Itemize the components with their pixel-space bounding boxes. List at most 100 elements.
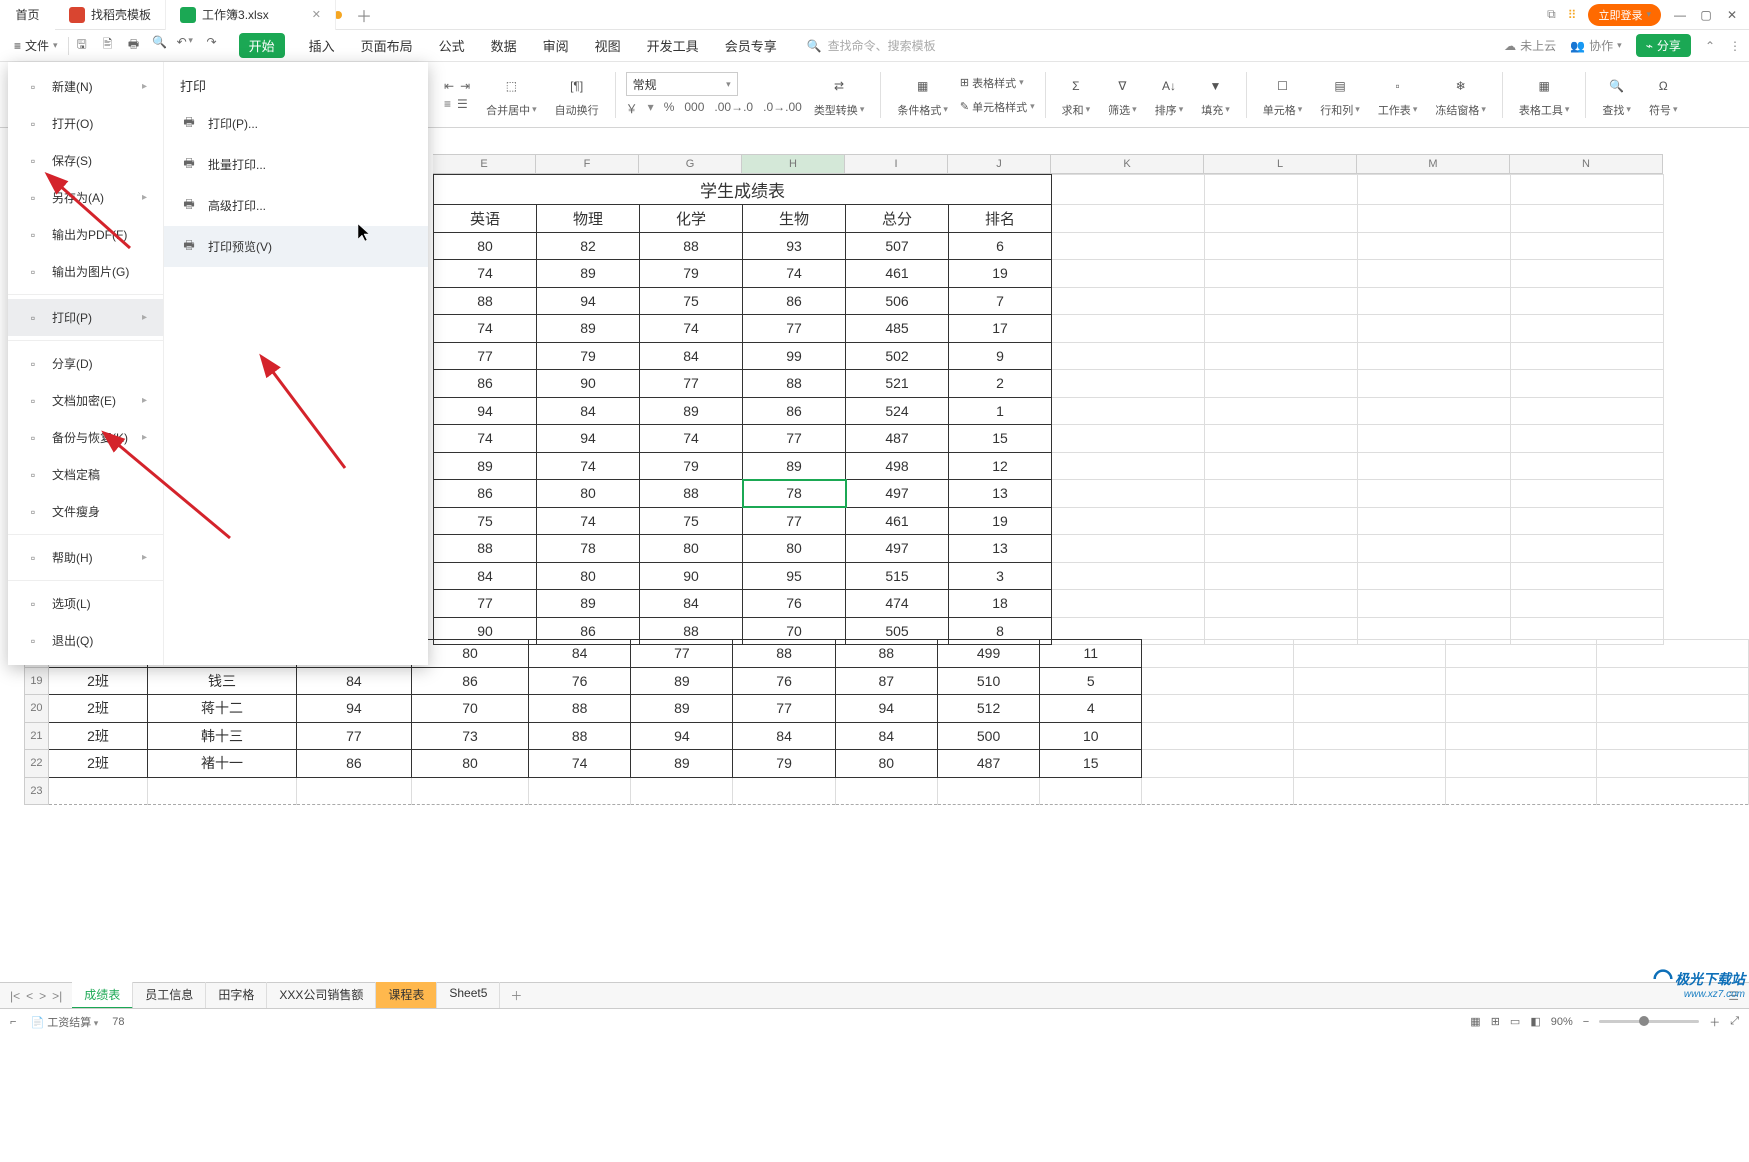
- table-tools[interactable]: ▦表格工具▾: [1513, 72, 1576, 118]
- home-tab[interactable]: 首页: [0, 0, 55, 30]
- worksheet[interactable]: ▫工作表▾: [1372, 72, 1424, 118]
- file-menu-item[interactable]: ▫保存(S): [8, 142, 163, 179]
- conditional-format[interactable]: ▦条件格式▾: [891, 72, 954, 118]
- login-button[interactable]: 立即登录▾: [1588, 4, 1661, 26]
- print-submenu-item[interactable]: 🖶批量打印...: [164, 144, 428, 185]
- save-icon[interactable]: 🖫: [73, 35, 91, 56]
- col-header[interactable]: M: [1357, 154, 1510, 174]
- file-menu-item[interactable]: ▫退出(Q): [8, 622, 163, 659]
- cell[interactable]: ☐单元格▾: [1257, 72, 1309, 118]
- share-button[interactable]: ⌁分享: [1636, 34, 1691, 57]
- print-icon[interactable]: 🖶: [125, 35, 143, 56]
- ribbon-tab-7[interactable]: 开发工具: [645, 32, 701, 59]
- cloud-status[interactable]: ☁未上云: [1504, 37, 1556, 54]
- file-menu-item[interactable]: ▫输出为图片(G): [8, 253, 163, 290]
- preview-icon[interactable]: 🔍: [151, 35, 169, 56]
- symbol[interactable]: Ω符号▾: [1643, 72, 1684, 118]
- ribbon-tab-1[interactable]: 插入: [307, 32, 337, 59]
- layout-icon[interactable]: ⧉: [1547, 7, 1556, 22]
- cell-style[interactable]: ✎单元格样式▾: [960, 99, 1035, 115]
- col-header[interactable]: L: [1204, 154, 1357, 174]
- zoom-out-icon[interactable]: −: [1583, 1016, 1589, 1028]
- close-window-icon[interactable]: ✕: [1725, 8, 1739, 22]
- close-icon[interactable]: ✕: [312, 8, 321, 21]
- view-layout-icon[interactable]: ⊞: [1491, 1015, 1500, 1028]
- redo-icon[interactable]: ↷: [203, 35, 221, 56]
- currency-btn[interactable]: ￥: [626, 100, 638, 117]
- zoom-in-icon[interactable]: ＋: [1709, 1014, 1720, 1030]
- file-menu-item[interactable]: ▫输出为PDF(F): [8, 216, 163, 253]
- sheet-tab[interactable]: 田字格: [206, 982, 267, 1009]
- zoom-slider[interactable]: [1599, 1020, 1699, 1023]
- file-menu-button[interactable]: ≡ 文件 ▾: [8, 33, 64, 58]
- print-submenu-item[interactable]: 🖶打印(P)...: [164, 103, 428, 144]
- file-menu-item[interactable]: ▫备份与恢复(K)▸: [8, 419, 163, 456]
- comma-btn[interactable]: 000: [684, 100, 704, 117]
- add-sheet-icon[interactable]: ＋: [500, 987, 532, 1004]
- ribbon-tab-5[interactable]: 审阅: [541, 32, 571, 59]
- grid[interactable]: 学生成绩表英语物理化学生物总分排名80828893507674897974461…: [433, 174, 1664, 645]
- command-search[interactable]: 🔍 查找命令、搜索模板: [807, 37, 936, 54]
- find[interactable]: 🔍查找▾: [1596, 72, 1637, 118]
- ribbon-tab-2[interactable]: 页面布局: [359, 32, 415, 59]
- file-menu-item[interactable]: ▫文档加密(E)▸: [8, 382, 163, 419]
- outdent-icon[interactable]: ⇤: [444, 79, 454, 93]
- sheet-tab[interactable]: Sheet5: [437, 982, 500, 1009]
- apps-icon[interactable]: ⠿: [1568, 8, 1577, 22]
- last-sheet-icon[interactable]: >|: [52, 989, 62, 1003]
- minimize-icon[interactable]: —: [1673, 8, 1687, 22]
- number-format-dropdown[interactable]: 常规▾: [626, 72, 738, 96]
- table-style[interactable]: ⊞表格样式▾: [960, 75, 1035, 91]
- collab-button[interactable]: 👥协作▾: [1570, 37, 1622, 54]
- print-submenu-item[interactable]: 🖶打印预览(V): [164, 226, 428, 267]
- maximize-icon[interactable]: ▢: [1699, 8, 1713, 22]
- col-header[interactable]: J: [948, 154, 1051, 174]
- col-header[interactable]: K: [1051, 154, 1204, 174]
- view-normal-icon[interactable]: ▦: [1470, 1015, 1480, 1028]
- align-left-icon[interactable]: ≡: [444, 97, 451, 111]
- col-header[interactable]: G: [639, 154, 742, 174]
- ribbon-tab-4[interactable]: 数据: [489, 32, 519, 59]
- file-menu-item[interactable]: ▫新建(N)▸: [8, 68, 163, 105]
- ribbon-tab-6[interactable]: 视图: [593, 32, 623, 59]
- col-header[interactable]: N: [1510, 154, 1663, 174]
- file-menu-item[interactable]: ▫文档定稿: [8, 456, 163, 493]
- view-page-icon[interactable]: ▭: [1510, 1015, 1520, 1028]
- sort[interactable]: A↓排序▾: [1149, 72, 1190, 118]
- col-header[interactable]: I: [845, 154, 948, 174]
- align-dist-icon[interactable]: ☰: [457, 97, 468, 111]
- new-tab-button[interactable]: ＋: [342, 0, 386, 30]
- increase-decimal-btn[interactable]: .0→.00: [763, 100, 802, 117]
- fill[interactable]: ▼填充▾: [1195, 72, 1236, 118]
- filter[interactable]: ∇筛选▾: [1102, 72, 1143, 118]
- view-read-icon[interactable]: ◧: [1530, 1015, 1540, 1028]
- file-menu-item[interactable]: ▫打印(P)▸: [8, 299, 163, 336]
- col-header[interactable]: E: [433, 154, 536, 174]
- ribbon-tab-0[interactable]: 开始: [239, 33, 285, 58]
- type-convert[interactable]: ⇄类型转换▾: [808, 72, 871, 118]
- sheet-tab[interactable]: XXX公司销售额: [267, 982, 376, 1009]
- first-sheet-icon[interactable]: |<: [10, 989, 20, 1003]
- file-menu-item[interactable]: ▫选项(L): [8, 585, 163, 622]
- corner-icon[interactable]: ⌐: [10, 1016, 16, 1028]
- prev-sheet-icon[interactable]: <: [26, 989, 33, 1003]
- print-submenu-item[interactable]: 🖶高级打印...: [164, 185, 428, 226]
- file-menu-item[interactable]: ▫分享(D): [8, 345, 163, 382]
- sheet-tab[interactable]: 成绩表: [72, 982, 133, 1009]
- percent-btn[interactable]: %: [664, 100, 675, 117]
- zoom-value[interactable]: 90%: [1551, 1016, 1573, 1028]
- file-menu-item[interactable]: ▫文件瘦身: [8, 493, 163, 530]
- file-menu-item[interactable]: ▫另存为(A)▸: [8, 179, 163, 216]
- file-menu-item[interactable]: ▫帮助(H)▸: [8, 539, 163, 576]
- col-header[interactable]: H: [742, 154, 845, 174]
- col-header[interactable]: F: [536, 154, 639, 174]
- rowcol[interactable]: ▤行和列▾: [1314, 72, 1366, 118]
- sheet-tab[interactable]: 课程表: [376, 982, 437, 1009]
- undo-icon[interactable]: ↶▾: [177, 35, 195, 56]
- export-icon[interactable]: 🖹: [99, 35, 117, 56]
- collapse-ribbon-icon[interactable]: ⌃: [1705, 39, 1715, 53]
- wrap-text[interactable]: [¶]自动换行: [549, 72, 605, 118]
- sum[interactable]: Σ求和▾: [1056, 72, 1097, 118]
- merge-center[interactable]: ⬚合并居中▾: [480, 72, 543, 118]
- decrease-decimal-btn[interactable]: .00→.0: [714, 100, 753, 117]
